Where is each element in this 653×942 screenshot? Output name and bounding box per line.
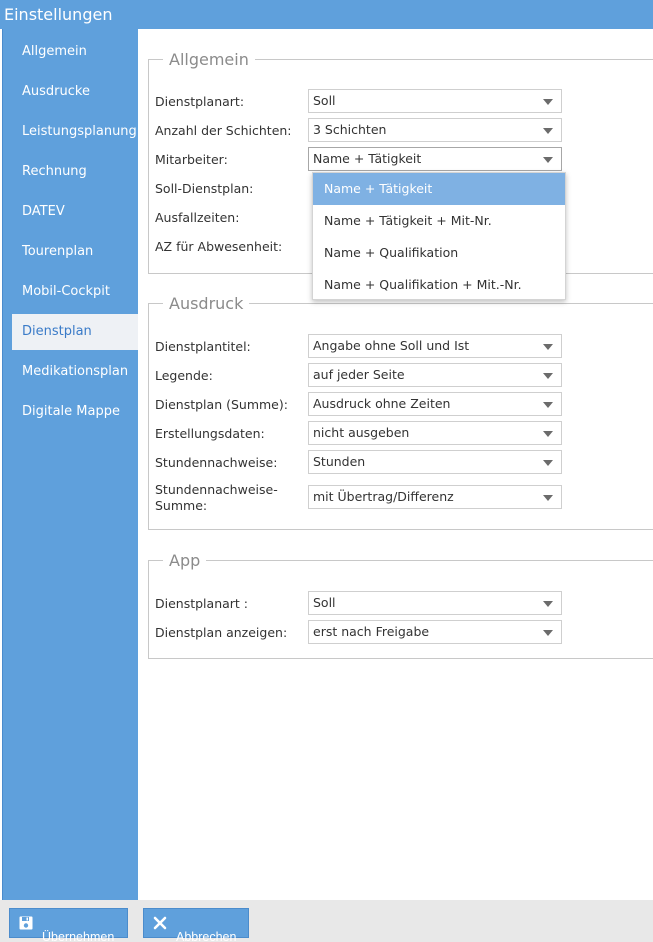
- legende-select[interactable]: auf jeder Seite: [308, 363, 562, 387]
- dienstplan-summe-value: Ausdruck ohne Zeiten: [313, 396, 451, 411]
- apply-button[interactable]: Übernehmen: [9, 908, 128, 942]
- cancel-button[interactable]: Abbrechen: [143, 908, 249, 942]
- stundennachweise-label: Stundennachweise:: [155, 455, 278, 470]
- apply-label: Übernehmen: [42, 930, 115, 942]
- mitarbeiter-dropdown-list: Name + Tätigkeit Name + Tätigkeit + Mit-…: [312, 172, 566, 300]
- soll-dienstplan-label: Soll-Dienstplan:: [155, 181, 254, 196]
- save-icon: [19, 916, 33, 930]
- erstellungsdaten-select[interactable]: nicht ausgeben: [308, 421, 562, 445]
- chevron-down-icon: [543, 460, 553, 466]
- sidebar-nav: Allgemein Ausdrucke Leistungsplanung Rec…: [2, 29, 139, 900]
- dienstplantitel-select[interactable]: Angabe ohne Soll und Ist: [308, 334, 562, 358]
- dienstplantitel-value: Angabe ohne Soll und Ist: [313, 338, 470, 353]
- az-abwesenheit-label: AZ für Abwesenheit:: [155, 239, 283, 254]
- schichten-value: 3 Schichten: [313, 122, 387, 137]
- erstellungsdaten-label: Erstellungsdaten:: [155, 426, 265, 441]
- chevron-down-icon: [543, 630, 553, 636]
- dienstplan-anzeigen-value: erst nach Freigabe: [313, 624, 430, 639]
- ausdruck-legend: Ausdruck: [169, 294, 244, 313]
- dienstplan-summe-label: Dienstplan (Summe):: [155, 397, 288, 412]
- sidebar-item-rechnung[interactable]: Rechnung: [3, 154, 139, 190]
- sidebar-item-ausdrucke[interactable]: Ausdrucke: [3, 74, 139, 110]
- mitarbeiter-label: Mitarbeiter:: [155, 152, 228, 167]
- sidebar-item-leistungsplanung[interactable]: Leistungsplanung: [3, 114, 139, 150]
- dienstplan-anzeigen-label: Dienstplan anzeigen:: [155, 625, 288, 640]
- chevron-down-icon: [543, 99, 553, 105]
- stundennachweise-summe-select[interactable]: mit Übertrag/Differenz: [308, 485, 562, 509]
- cancel-label: Abbrechen: [176, 930, 237, 942]
- chevron-down-icon: [543, 128, 553, 134]
- legende-label: Legende:: [155, 368, 213, 383]
- settings-content: Allgemein Dienstplanart: Soll Anzahl der…: [138, 29, 653, 900]
- sidebar-item-allgemein[interactable]: Allgemein: [3, 34, 139, 70]
- schichten-select[interactable]: 3 Schichten: [308, 118, 562, 142]
- dienstplanart-value: Soll: [313, 93, 336, 108]
- dienstplanart-select[interactable]: Soll: [308, 89, 562, 113]
- chevron-down-icon: [543, 431, 553, 437]
- ausfallzeiten-label: Ausfallzeiten:: [155, 210, 240, 225]
- sidebar-item-datev[interactable]: DATEV: [3, 194, 139, 230]
- stundennachweise-summe-value: mit Übertrag/Differenz: [313, 489, 454, 504]
- allgemein-legend: Allgemein: [169, 50, 249, 69]
- window-title: Einstellungen: [0, 0, 653, 29]
- dienstplan-summe-select[interactable]: Ausdruck ohne Zeiten: [308, 392, 562, 416]
- dropdown-option[interactable]: Name + Qualifikation + Mit.-Nr.: [313, 269, 565, 301]
- schichten-label: Anzahl der Schichten:: [155, 123, 292, 138]
- sidebar-item-mobil-cockpit[interactable]: Mobil-Cockpit: [3, 274, 139, 310]
- chevron-down-icon: [543, 402, 553, 408]
- footer-bar: Übernehmen Abbrechen: [0, 900, 653, 942]
- chevron-down-icon: [543, 157, 553, 163]
- chevron-down-icon: [543, 344, 553, 350]
- dienstplan-anzeigen-select[interactable]: erst nach Freigabe: [308, 620, 562, 644]
- dienstplantitel-label: Dienstplantitel:: [155, 339, 251, 354]
- dropdown-option[interactable]: Name + Tätigkeit + Mit-Nr.: [313, 205, 565, 237]
- sidebar-item-digitale-mappe[interactable]: Digitale Mappe: [3, 394, 139, 430]
- mitarbeiter-value: Name + Tätigkeit: [313, 151, 422, 166]
- erstellungsdaten-value: nicht ausgeben: [313, 425, 410, 440]
- app-dienstplanart-label: Dienstplanart :: [155, 596, 248, 611]
- chevron-down-icon: [543, 601, 553, 607]
- mitarbeiter-select[interactable]: Name + Tätigkeit: [308, 147, 562, 171]
- sidebar-item-medikationsplan[interactable]: Medikationsplan: [3, 354, 139, 390]
- close-icon: [153, 916, 167, 930]
- chevron-down-icon: [543, 373, 553, 379]
- stundennachweise-select[interactable]: Stunden: [308, 450, 562, 474]
- dropdown-option[interactable]: Name + Qualifikation: [313, 237, 565, 269]
- sidebar-item-dienstplan[interactable]: Dienstplan: [12, 314, 139, 350]
- chevron-down-icon: [543, 495, 553, 501]
- app-legend: App: [169, 551, 201, 570]
- stundennachweise-value: Stunden: [313, 454, 366, 469]
- dienstplanart-label: Dienstplanart:: [155, 94, 245, 109]
- stundennachweise-summe-label: Stundennachweise-Summe:: [155, 482, 278, 513]
- dropdown-option[interactable]: Name + Tätigkeit: [313, 173, 565, 205]
- legende-value: auf jeder Seite: [313, 367, 405, 382]
- sidebar-item-tourenplan[interactable]: Tourenplan: [3, 234, 139, 270]
- app-dienstplanart-value: Soll: [313, 595, 336, 610]
- app-dienstplanart-select[interactable]: Soll: [308, 591, 562, 615]
